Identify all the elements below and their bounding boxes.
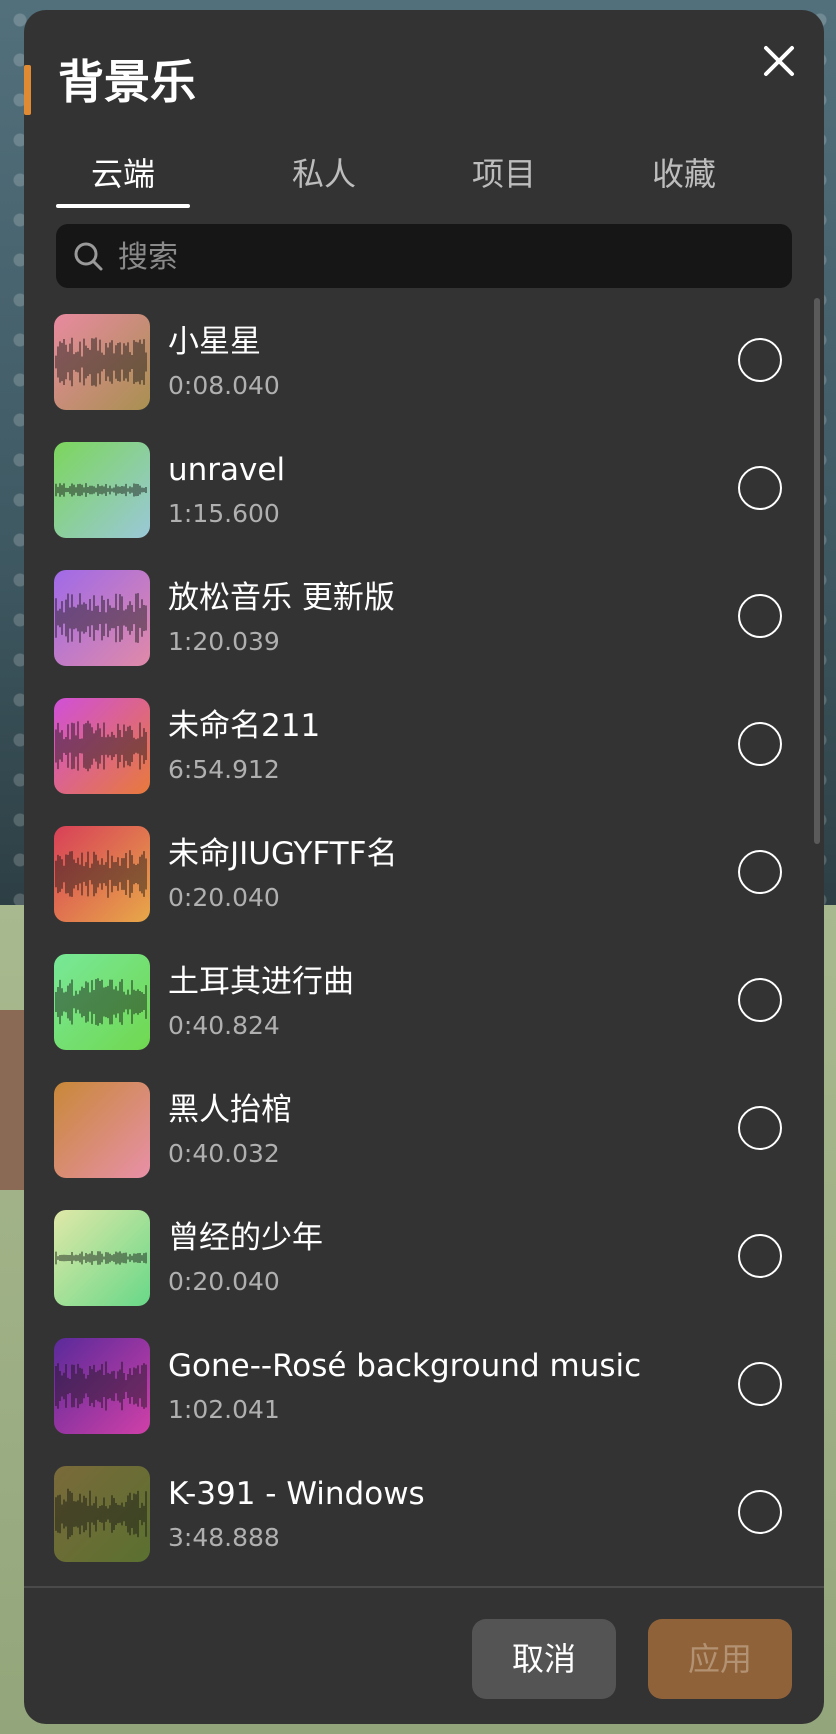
song-title: 放松音乐 更新版 (168, 580, 395, 616)
song-title: 小星星 (168, 324, 261, 360)
tab-cloud[interactable]: 云端 (56, 146, 190, 208)
song-row[interactable]: Gone--Rosé background music 1:02.041 (24, 1330, 824, 1458)
tab-private[interactable]: 私人 (257, 146, 391, 208)
waveform-icon (55, 337, 147, 387)
song-title: 曾经的少年 (168, 1220, 323, 1256)
waveform-thumbnail (54, 954, 150, 1050)
select-radio[interactable] (738, 466, 782, 510)
song-title: 黑人抬棺 (168, 1092, 292, 1128)
song-title: unravel (168, 452, 286, 488)
song-duration: 1:15.600 (168, 499, 280, 528)
waveform-thumbnail (54, 1210, 150, 1306)
cancel-button[interactable]: 取消 (472, 1619, 616, 1699)
song-row[interactable]: 黑人抬棺 0:40.032 (24, 1074, 824, 1202)
waveform-thumbnail (54, 1338, 150, 1434)
dialog-title: 背景乐 (58, 55, 196, 109)
song-row[interactable]: 未命JIUGYFTF名 0:20.040 (24, 818, 824, 946)
waveform-icon (55, 1361, 147, 1411)
song-row[interactable]: 曾经的少年 0:20.040 (24, 1202, 824, 1330)
waveform-icon (55, 483, 147, 497)
song-row[interactable]: 放松音乐 更新版 1:20.039 (24, 562, 824, 690)
waveform-thumbnail (54, 1082, 150, 1178)
song-duration: 1:20.039 (168, 627, 280, 656)
song-duration: 1:02.041 (168, 1395, 280, 1424)
select-radio[interactable] (738, 850, 782, 894)
waveform-icon (55, 720, 147, 772)
waveform-icon (54, 1082, 150, 1178)
select-radio[interactable] (738, 1106, 782, 1150)
waveform-thumbnail (54, 570, 150, 666)
select-radio[interactable] (738, 978, 782, 1022)
song-duration: 0:08.040 (168, 371, 280, 400)
tab-project[interactable]: 项目 (437, 146, 571, 208)
scrollbar[interactable] (814, 298, 820, 844)
waveform-thumbnail (54, 826, 150, 922)
song-row[interactable]: 小星星 0:08.040 (24, 306, 824, 434)
waveform-thumbnail (54, 1466, 150, 1562)
song-row[interactable]: unravel 1:15.600 (24, 434, 824, 562)
song-list: 小星星 0:08.040 unravel 1:15.600 放松音乐 更新版 1:20.0… (24, 306, 824, 1586)
waveform-icon (55, 850, 147, 898)
waveform-icon (55, 593, 147, 643)
close-button[interactable] (754, 36, 804, 86)
song-row[interactable]: 土耳其进行曲 0:40.824 (24, 946, 824, 1074)
waveform-icon (55, 1488, 147, 1540)
title-accent-bar (24, 65, 31, 115)
song-duration: 0:20.040 (168, 883, 280, 912)
song-row[interactable]: 未命名211 6:54.912 (24, 690, 824, 818)
apply-button[interactable]: 应用 (648, 1619, 792, 1699)
waveform-icon (55, 978, 147, 1026)
song-duration: 0:40.032 (168, 1139, 280, 1168)
song-title: K-391 - Windows (168, 1476, 425, 1512)
tab-favorites[interactable]: 收藏 (617, 146, 751, 208)
song-duration: 0:20.040 (168, 1267, 280, 1296)
source-tabs: 云端 私人 项目 收藏 (56, 146, 796, 208)
song-row[interactable]: K-391 - Windows 3:48.888 (24, 1458, 824, 1586)
song-duration: 6:54.912 (168, 755, 280, 784)
song-duration: 0:40.824 (168, 1011, 280, 1040)
waveform-thumbnail (54, 314, 150, 410)
select-radio[interactable] (738, 1234, 782, 1278)
close-icon (764, 46, 794, 76)
waveform-thumbnail (54, 698, 150, 794)
waveform-icon (55, 1251, 147, 1265)
song-title: 未命JIUGYFTF名 (168, 836, 398, 872)
search-icon (74, 242, 103, 271)
background-music-dialog: 背景乐 云端 私人 项目 收藏 小星星 0:08.040 unravel 1:15.6… (24, 10, 824, 1724)
song-title: Gone--Rosé background music (168, 1348, 642, 1384)
select-radio[interactable] (738, 594, 782, 638)
footer-divider (24, 1586, 824, 1588)
select-radio[interactable] (738, 1362, 782, 1406)
select-radio[interactable] (738, 722, 782, 766)
select-radio[interactable] (738, 338, 782, 382)
song-title: 未命名211 (168, 708, 321, 744)
select-radio[interactable] (738, 1490, 782, 1534)
search-box (56, 224, 792, 290)
search-input[interactable] (116, 224, 780, 290)
waveform-thumbnail (54, 442, 150, 538)
song-duration: 3:48.888 (168, 1523, 280, 1552)
song-title: 土耳其进行曲 (168, 964, 354, 1000)
